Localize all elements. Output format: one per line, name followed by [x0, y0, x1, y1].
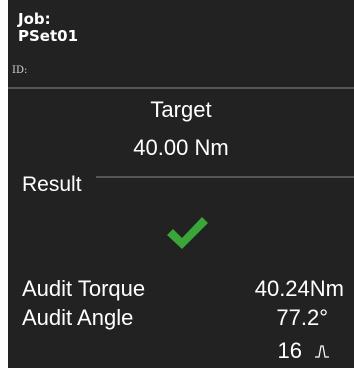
audit-angle-value: 77.2° — [276, 305, 328, 330]
id-label: ID: — [12, 65, 28, 76]
audit-torque-value: 40.24Nm — [254, 276, 344, 301]
job-label: Job: — [18, 10, 51, 28]
job-value: PSet01 — [18, 27, 79, 45]
target-label: Target — [150, 97, 212, 122]
result-label: Result — [22, 173, 82, 196]
tool-display-screen: Job: PSet01 ID: Target 40.00 Nm Result A… — [8, 0, 354, 368]
result-divider — [96, 176, 354, 178]
peak-icon — [315, 345, 329, 358]
audit-angle-label: Audit Angle — [22, 305, 134, 330]
count-value: 16 — [277, 338, 302, 363]
target-value: 40.00 Nm — [133, 135, 229, 160]
check-icon — [167, 217, 208, 249]
audit-torque-label: Audit Torque — [22, 276, 146, 301]
header-divider — [8, 87, 354, 89]
